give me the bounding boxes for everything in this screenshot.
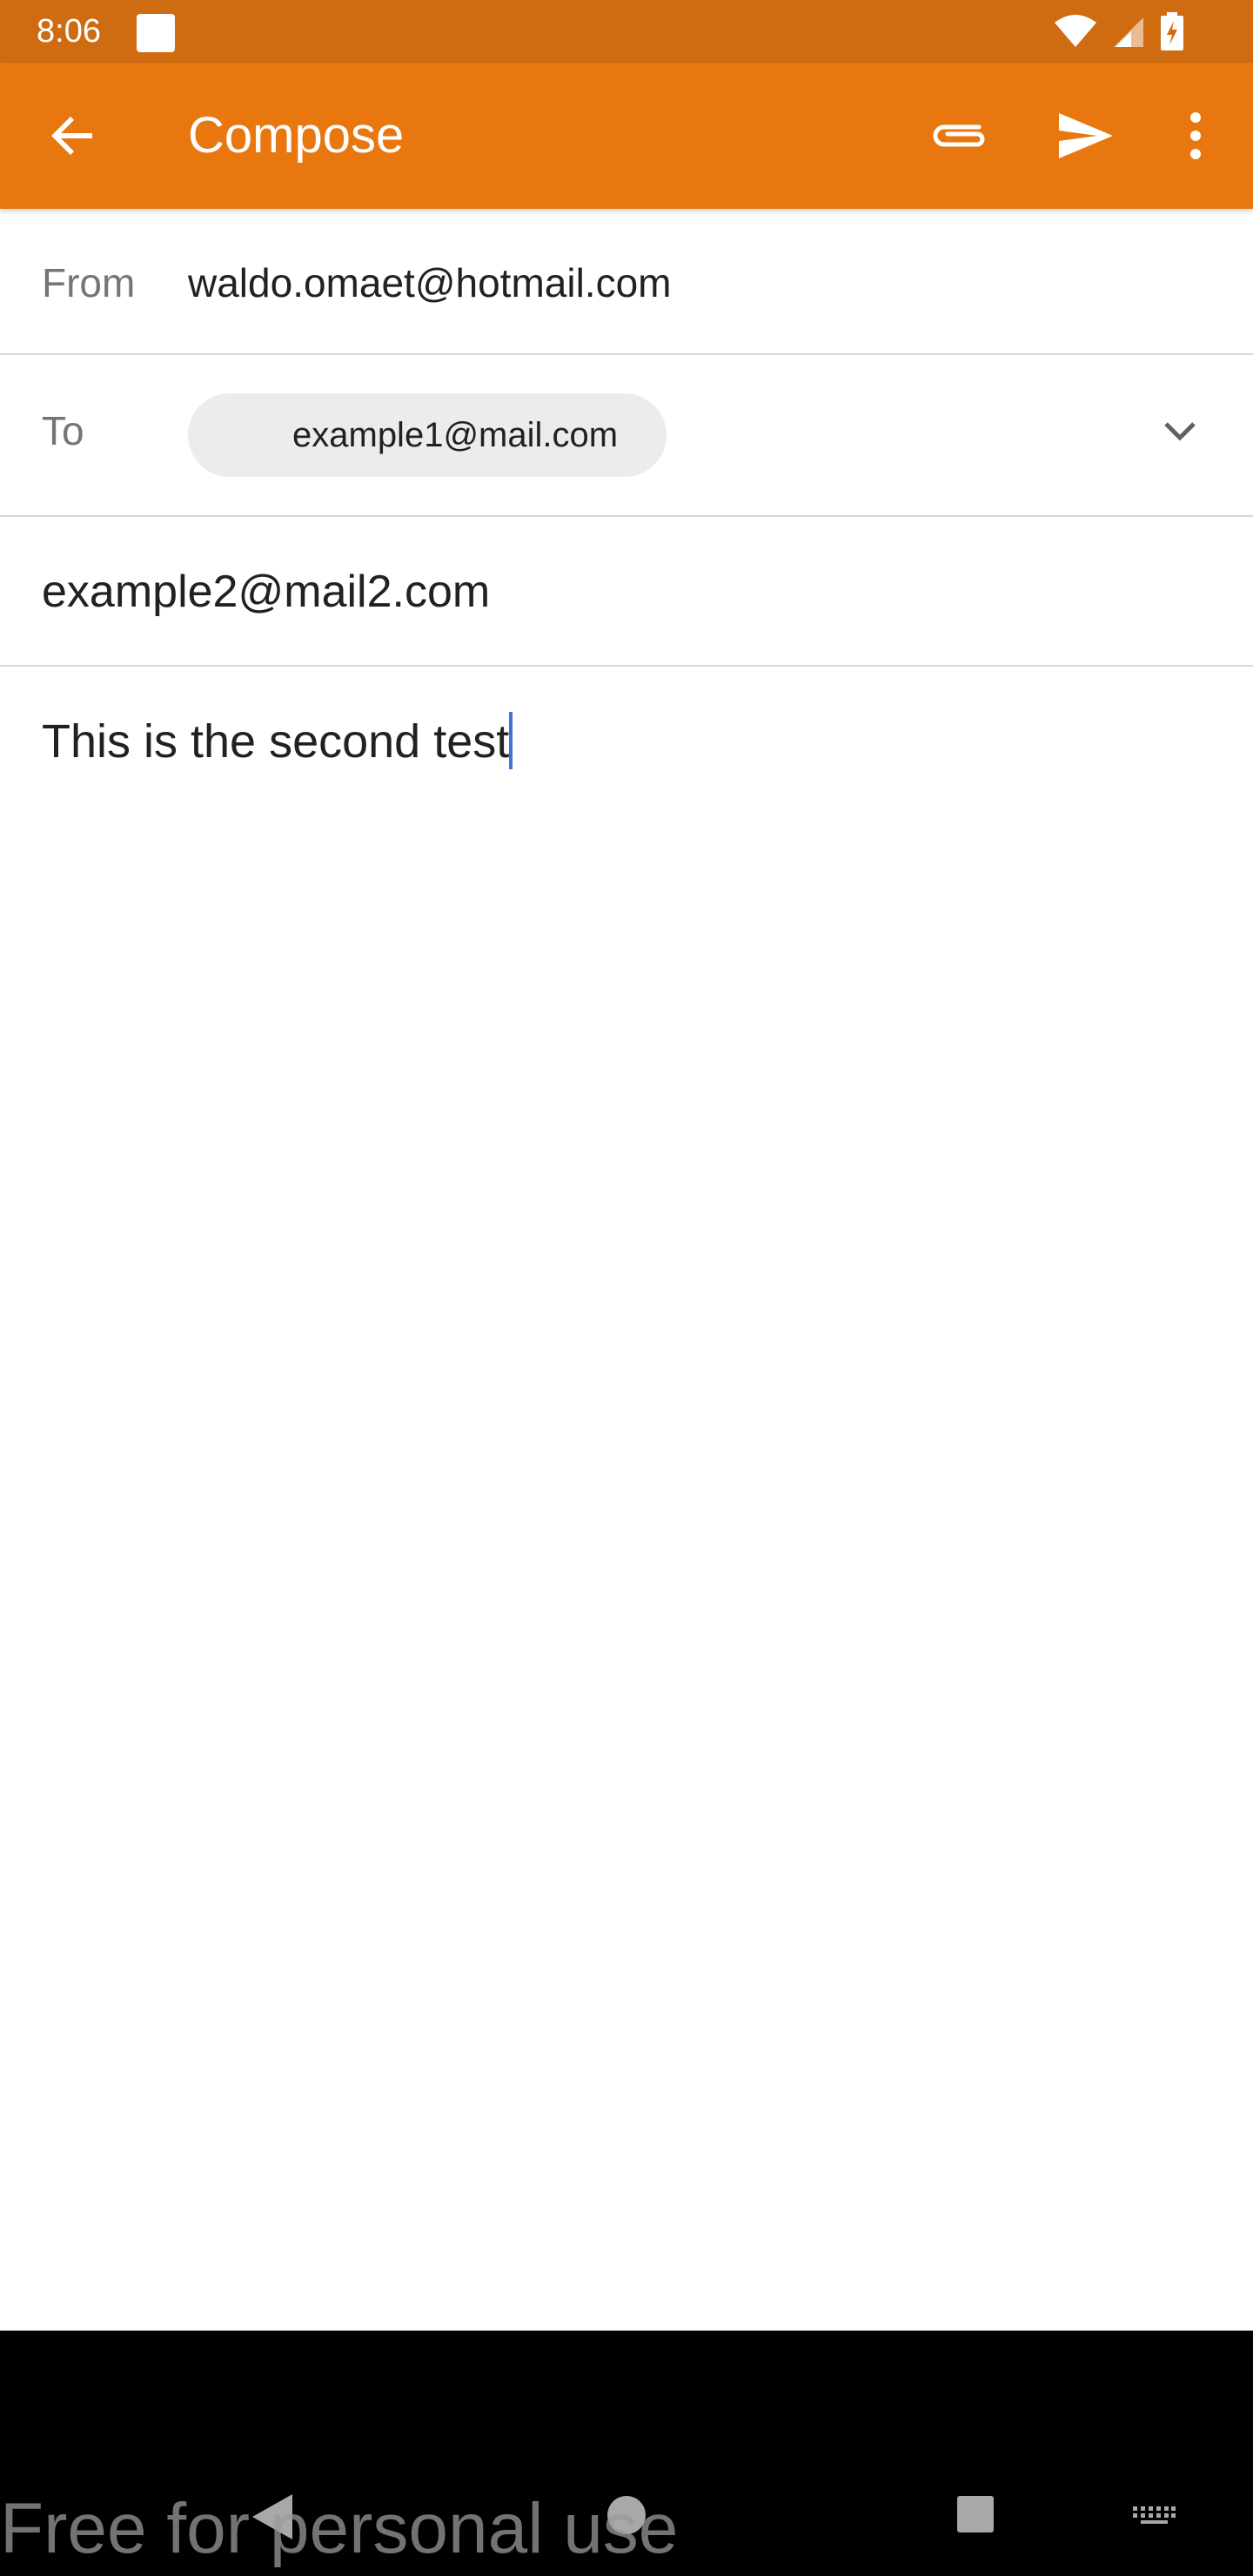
send-icon	[1059, 113, 1113, 158]
attach-icon	[933, 124, 985, 147]
battery-charging-icon	[1161, 12, 1183, 50]
from-account-select[interactable]: waldo.omaet@hotmail.com	[188, 259, 671, 306]
expand-recipients-button[interactable]	[1142, 393, 1218, 470]
notification-icon	[137, 14, 175, 52]
text-cursor	[509, 712, 513, 769]
subject-field[interactable]: example2@mail2.com	[42, 566, 490, 618]
page-title: Compose	[188, 107, 405, 164]
attach-button[interactable]	[924, 99, 997, 172]
message-body-field[interactable]: This is the second test	[42, 710, 513, 773]
more-options-button[interactable]	[1159, 99, 1232, 172]
from-label: From	[42, 260, 136, 305]
to-label: To	[42, 408, 84, 453]
watermark-text: Free for personal use	[0, 2489, 679, 2568]
subject-row: example2@mail2.com	[0, 517, 1253, 667]
from-row: From waldo.omaet@hotmail.com	[0, 209, 1253, 355]
chevron-down-icon	[1164, 422, 1196, 441]
status-time: 8:06	[37, 13, 101, 50]
send-button[interactable]	[1049, 99, 1122, 172]
app-bar: Compose	[0, 63, 1253, 209]
recents-icon[interactable]	[955, 2494, 995, 2534]
wifi-icon	[1055, 15, 1096, 47]
more-vert-icon	[1190, 112, 1201, 159]
status-bar: 8:06	[0, 0, 1253, 63]
keyboard-icon[interactable]	[1131, 2505, 1176, 2526]
recipient-chip-label: example1@mail.com	[292, 415, 619, 454]
cell-signal-icon	[1114, 17, 1143, 47]
back-arrow-icon	[51, 117, 92, 155]
back-button[interactable]	[37, 99, 110, 172]
message-body-text: This is the second test	[42, 715, 510, 768]
recipient-chip[interactable]: example1@mail.com	[188, 393, 667, 477]
